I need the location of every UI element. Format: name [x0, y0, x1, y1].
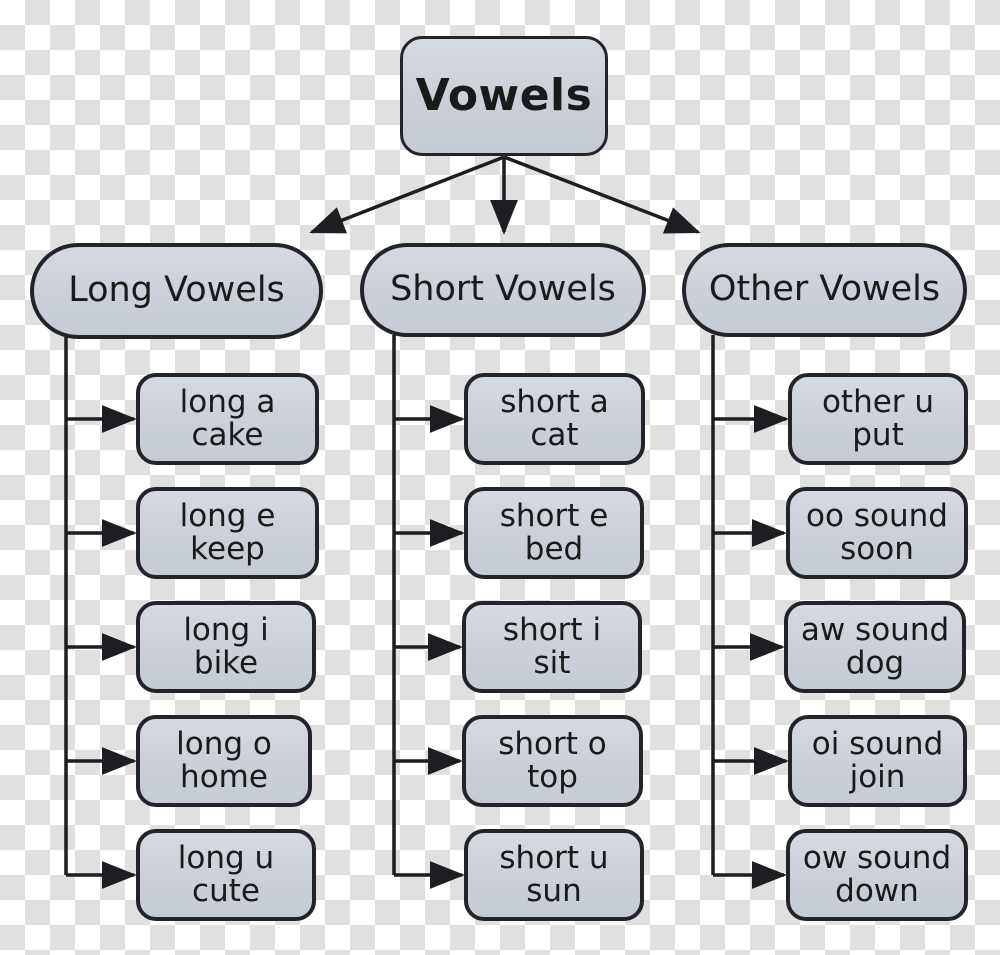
- leaf-label: short u sun: [499, 839, 609, 909]
- leaf-label: short e bed: [499, 497, 609, 567]
- node-leaf-short-o[interactable]: short o top: [462, 715, 643, 807]
- node-branch-other-vowels[interactable]: Other Vowels: [682, 243, 967, 337]
- node-leaf-oi-sound[interactable]: oi sound join: [788, 715, 967, 807]
- node-leaf-long-e[interactable]: long e keep: [136, 487, 319, 579]
- leaf-label: oo sound soon: [806, 497, 948, 567]
- node-branch-long-vowels[interactable]: Long Vowels: [30, 243, 323, 339]
- node-leaf-short-i[interactable]: short i sit: [462, 601, 642, 693]
- node-leaf-long-u[interactable]: long u cute: [136, 829, 316, 921]
- edge-root-to-long: [309, 155, 505, 234]
- root-edge-group: [309, 155, 701, 235]
- leaf-label: oi sound join: [811, 725, 944, 795]
- vowels-diagram: Vowels Long Vowels long a cake long e keep…: [0, 0, 1000, 955]
- edge-root-to-other: [503, 155, 701, 234]
- node-leaf-ow-sound[interactable]: ow sound down: [786, 829, 968, 921]
- node-leaf-long-a[interactable]: long a cake: [136, 373, 319, 465]
- leaf-label: long u cute: [177, 839, 275, 909]
- node-branch-short-vowels[interactable]: Short Vowels: [360, 243, 646, 337]
- leaf-label: short a cat: [500, 383, 609, 453]
- leaf-label: short i sit: [502, 611, 602, 681]
- leaf-label: long o home: [176, 725, 272, 795]
- node-leaf-short-u[interactable]: short u sun: [464, 829, 644, 921]
- node-root-vowels[interactable]: Vowels: [400, 36, 608, 156]
- leaf-label: short o top: [498, 725, 607, 795]
- node-leaf-other-u[interactable]: other u put: [788, 373, 968, 465]
- leaf-label: long e keep: [179, 497, 276, 567]
- leaf-label: ow sound down: [802, 839, 952, 909]
- node-leaf-long-o[interactable]: long o home: [136, 715, 312, 807]
- node-leaf-short-a[interactable]: short a cat: [464, 373, 645, 465]
- node-leaf-short-e[interactable]: short e bed: [464, 487, 644, 579]
- leaf-label: long a cake: [179, 383, 276, 453]
- leaf-label: long i bike: [183, 611, 269, 681]
- leaf-label: aw sound dog: [800, 611, 950, 681]
- node-leaf-aw-sound[interactable]: aw sound dog: [784, 601, 966, 693]
- node-leaf-long-i[interactable]: long i bike: [136, 601, 316, 693]
- node-leaf-oo-sound[interactable]: oo sound soon: [786, 487, 968, 579]
- leaf-label: other u put: [821, 383, 935, 453]
